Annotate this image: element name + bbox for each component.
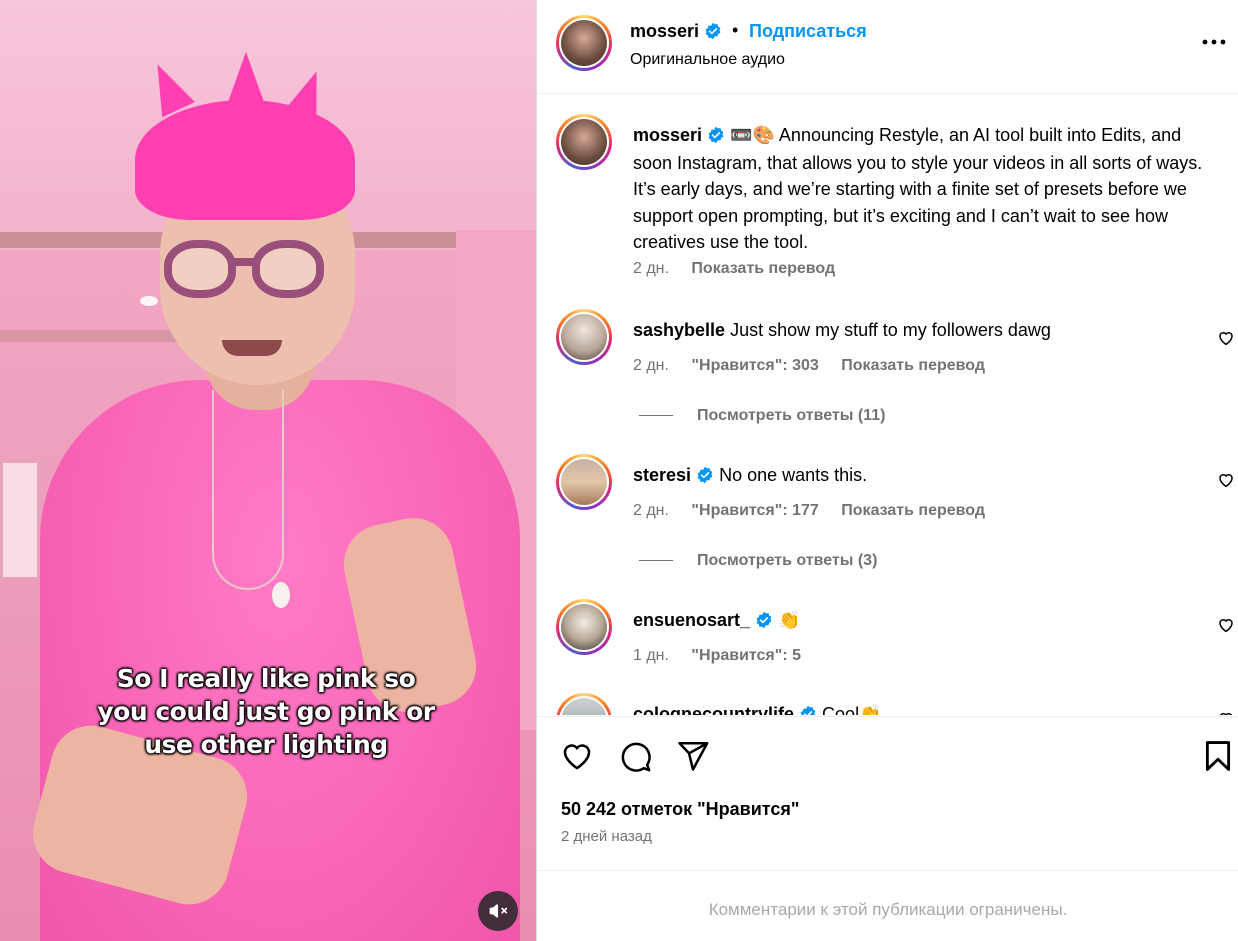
mute-toggle-button[interactable] [478, 891, 518, 931]
speaker-muted-icon [489, 904, 508, 918]
video-caption-line: So I really like pink so [116, 664, 416, 693]
comments-list[interactable]: mosseri 📼🎨 Announcing Restyle, an AI too… [537, 95, 1238, 715]
heart-icon[interactable] [560, 739, 594, 773]
commenter-avatar[interactable] [556, 693, 612, 715]
comment-meta: 2 дн. "Нравится": 177 Показать перевод [633, 502, 1003, 520]
commenter-username[interactable]: steresi [633, 465, 691, 485]
bookmark-icon[interactable] [1201, 739, 1235, 773]
comment-text: No one wants this. [719, 465, 868, 485]
comment-likes-count[interactable]: "Нравится": 303 [691, 357, 818, 374]
comment-translate-link[interactable]: Показать перевод [841, 502, 985, 519]
post-header: mosseri • Подписаться Оригинальное аудио [537, 0, 1238, 94]
caption-text-block: mosseri 📼🎨 Announcing Restyle, an AI too… [633, 122, 1213, 256]
comment-text: 👏 [778, 610, 801, 631]
author-username-link[interactable]: mosseri [630, 21, 722, 42]
view-replies-label[interactable]: Посмотреть ответы (11) [697, 407, 885, 424]
video-caption-line: you could just go pink or [97, 697, 435, 726]
comment-time[interactable]: 1 дн. [633, 647, 669, 664]
caption-author-username[interactable]: mosseri [633, 125, 702, 145]
caption-time[interactable]: 2 дн. [633, 260, 669, 277]
post-actions: 50 242 отметок "Нравится" 2 дней назад [537, 716, 1238, 871]
video-ceiling-light [140, 296, 158, 306]
comment-text: Cool👏 [822, 704, 882, 715]
comment-meta: 1 дн. "Нравится": 5 [633, 647, 819, 665]
comment-like-heart-icon[interactable] [1217, 710, 1235, 715]
replies-divider-line [639, 415, 673, 417]
caption-author-avatar[interactable] [556, 114, 612, 170]
verified-badge-icon [800, 705, 816, 715]
likes-count[interactable]: 50 242 отметок "Нравится" [561, 799, 799, 820]
author-username[interactable]: mosseri [630, 21, 699, 41]
view-replies-button[interactable]: Посмотреть ответы (3) [639, 552, 877, 570]
video-caption: So I really like pink so you could just … [60, 662, 472, 761]
video-person-pendant [272, 582, 290, 608]
comment-like-heart-icon[interactable] [1217, 616, 1235, 634]
video-background-window [0, 460, 40, 580]
video-person-hair [135, 100, 355, 220]
commenter-username[interactable]: sashybelle [633, 320, 725, 340]
commenter-avatar[interactable] [556, 454, 612, 510]
comment-text-block: steresi No one wants this. [633, 462, 1213, 489]
video-person-glasses-bridge [228, 258, 254, 266]
caption-body: Announcing Restyle, an AI tool built int… [633, 125, 1203, 252]
post-timestamp[interactable]: 2 дней назад [561, 828, 652, 845]
more-horizontal-icon [1202, 39, 1226, 45]
video-person-glasses-left [164, 240, 236, 298]
send-icon[interactable] [676, 739, 710, 773]
view-replies-button[interactable]: Посмотреть ответы (11) [639, 407, 885, 425]
comment-translate-link[interactable]: Показать перевод [841, 357, 985, 374]
post-details-panel: mosseri • Подписаться Оригинальное аудио… [536, 0, 1238, 941]
video-person-necklace [212, 390, 284, 590]
reel-video[interactable]: So I really like pink so you could just … [0, 0, 536, 941]
follow-button[interactable]: Подписаться [749, 21, 867, 42]
video-hair-spike [228, 52, 264, 102]
commenter-username[interactable]: ensuenosart_ [633, 610, 750, 630]
comment-text: Just show my stuff to my followers dawg [730, 320, 1051, 340]
comment-like-heart-icon[interactable] [1217, 329, 1235, 347]
comment-like-heart-icon[interactable] [1217, 471, 1235, 489]
caption-meta: 2 дн. Показать перевод [633, 260, 853, 278]
comment-text-block: colognecountrylife Cool👏 [633, 701, 1213, 715]
comments-restricted-notice: Комментарии к этой публикации ограничены… [708, 900, 1068, 919]
replies-divider-line [639, 560, 673, 562]
comment-text-block: ensuenosart_ 👏 [633, 607, 1213, 635]
more-options-button[interactable] [1199, 30, 1229, 54]
commenter-avatar[interactable] [556, 599, 612, 655]
original-audio-link[interactable]: Оригинальное аудио [630, 51, 785, 69]
video-person-glasses-right [252, 240, 324, 298]
commenter-username[interactable]: colognecountrylife [633, 704, 794, 715]
header-separator: • [732, 20, 739, 40]
video-caption-line: use other lighting [144, 730, 388, 759]
verified-badge-icon [697, 466, 713, 484]
comment-meta: 2 дн. "Нравится": 303 Показать перевод [633, 357, 1003, 375]
comment-time[interactable]: 2 дн. [633, 357, 669, 374]
verified-badge-icon [756, 611, 772, 629]
verified-badge-icon [708, 126, 724, 144]
comment-icon[interactable] [618, 739, 652, 773]
comment-time[interactable]: 2 дн. [633, 502, 669, 519]
view-replies-label[interactable]: Посмотреть ответы (3) [697, 552, 877, 569]
comment-text-block: sashybelle Just show my stuff to my foll… [633, 317, 1213, 344]
verified-badge-icon [705, 22, 721, 40]
commenter-avatar[interactable] [556, 309, 612, 365]
video-person-mouth [222, 340, 282, 356]
comment-likes-count[interactable]: "Нравится": 177 [691, 502, 818, 519]
caption-emojis: 📼🎨 [730, 125, 775, 146]
author-avatar[interactable] [556, 15, 612, 71]
caption-translate-link[interactable]: Показать перевод [691, 260, 835, 277]
comment-likes-count[interactable]: "Нравится": 5 [691, 647, 801, 664]
